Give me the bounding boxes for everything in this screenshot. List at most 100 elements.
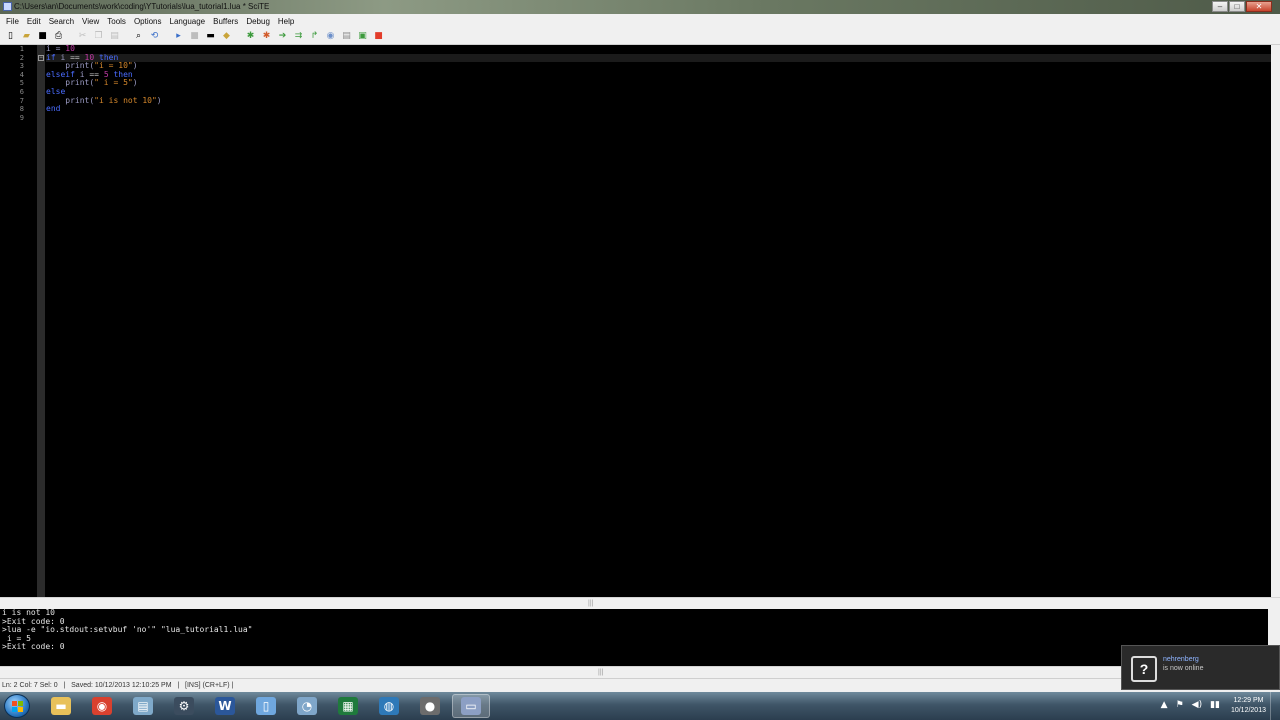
open-folder-icon[interactable]: ▰ — [21, 31, 32, 42]
debug-stop-icon[interactable]: ✱ — [261, 31, 272, 42]
volume-icon[interactable]: ◀) — [1192, 700, 1202, 710]
watch-icon[interactable]: ◉ — [325, 31, 336, 42]
taskbar-app-word[interactable]: W — [206, 694, 244, 718]
menu-view[interactable]: View — [78, 17, 103, 26]
fold-margin[interactable] — [37, 45, 45, 597]
line-number: 3 — [19, 62, 24, 71]
scroll-grip-icon[interactable]: ||| — [598, 669, 603, 676]
output-pane[interactable]: i is not 10 >Exit code: 0 >lua -e "io.stdo… — [0, 609, 1268, 666]
menu-debug[interactable]: Debug — [242, 17, 274, 26]
output-line: i is not 10 — [2, 609, 55, 617]
output-line: i = 5 — [2, 633, 31, 643]
line-number: 4 — [19, 70, 24, 79]
scite-icon: ▭ — [461, 697, 481, 715]
step-out-icon[interactable]: ↱ — [309, 31, 320, 42]
clock-date: 10/12/2013 — [1230, 707, 1266, 714]
show-desktop-button[interactable] — [1270, 692, 1280, 720]
clock[interactable]: 12:29 PM 10/12/2013 — [1231, 696, 1266, 716]
maximize-button[interactable]: □ — [1229, 1, 1245, 12]
steam-icon: ⚙ — [174, 697, 194, 715]
windows-logo-icon — [12, 701, 24, 713]
taskbar-app-media[interactable]: ◍ — [370, 694, 408, 718]
locals-icon[interactable]: ▤ — [341, 31, 352, 42]
title-bar: C:\Users\an\Documents\work\coding\YTutor… — [0, 0, 1280, 14]
code-editor[interactable]: 123456789 i = 10 if i == 10 then print("i… — [0, 45, 1271, 597]
firefox-icon: ◔ — [297, 697, 317, 715]
go-icon[interactable]: ◆ — [221, 31, 232, 42]
taskbar-app-document[interactable]: ▯ — [247, 694, 285, 718]
taskbar-app-excel[interactable]: ▦ — [329, 694, 367, 718]
taskbar-app-firefox[interactable]: ◔ — [288, 694, 326, 718]
output-toggle-icon[interactable]: ▬ — [205, 31, 216, 42]
document-icon: ▯ — [256, 697, 276, 715]
paste-icon[interactable]: ▤ — [109, 31, 120, 42]
breakpoint-icon[interactable]: ▣ — [357, 31, 368, 42]
menu-search[interactable]: Search — [45, 17, 78, 26]
toolbar: ▯ ▰ ■ ⎙ ✂ ❐ ▤ ⌕ ⟲ ▸ ■ ▬ ◆ ✱ ✱ ➔ ⇉ ↱ ◉ ▤ … — [0, 29, 1280, 45]
stop-icon[interactable]: ■ — [373, 31, 384, 42]
horizontal-scrollbar[interactable]: ||| — [0, 666, 1280, 678]
fold-toggle-icon[interactable]: − — [38, 54, 44, 61]
code-line[interactable]: i = 10 — [46, 45, 1271, 54]
network-icon[interactable]: ▮▮ — [1210, 700, 1220, 710]
recorder-icon: ● — [420, 697, 440, 715]
replace-icon[interactable]: ⟲ — [149, 31, 160, 42]
save-icon[interactable]: ■ — [37, 31, 48, 42]
code-line[interactable] — [46, 114, 1271, 123]
debug-run-icon[interactable]: ✱ — [245, 31, 256, 42]
code-line[interactable]: print("i = 10") — [46, 61, 1271, 71]
menu-options[interactable]: Options — [130, 17, 166, 26]
show-hidden-icons-icon[interactable]: ▲ — [1161, 700, 1168, 710]
code-token: ) — [132, 61, 138, 71]
code-line[interactable]: if i == 10 then — [46, 53, 1271, 63]
output-line: >Exit code: 0 — [2, 642, 65, 652]
taskbar-app-notepad[interactable]: ▤ — [124, 694, 162, 718]
code-token: ) — [156, 95, 162, 105]
print-icon[interactable]: ⎙ — [53, 31, 64, 42]
code-token: " i = 5" — [94, 78, 133, 88]
find-icon[interactable]: ⌕ — [133, 31, 144, 42]
menu-bar: File Edit Search View Tools Options Lang… — [0, 14, 1280, 29]
line-number: 9 — [19, 113, 24, 122]
menu-language[interactable]: Language — [166, 17, 210, 26]
copy-icon[interactable]: ❐ — [93, 31, 104, 42]
line-number: 6 — [19, 88, 24, 96]
menu-edit[interactable]: Edit — [23, 17, 45, 26]
status-text: Ln: 2 Col: 7 Sel: 0 | Saved: 10/12/2013 … — [2, 682, 234, 689]
taskbar: ▬ ◉ ▤ ⚙ W ▯ ◔ ▦ ◍ ● ▭ ▲ ⚑ ◀) ▮▮ 12:29 PM 10/12/2013 — [0, 692, 1280, 720]
start-button[interactable] — [4, 694, 30, 718]
code-line[interactable]: end — [46, 104, 1271, 114]
menu-tools[interactable]: Tools — [103, 17, 130, 26]
line-number: 2 — [19, 53, 24, 62]
code-line[interactable]: else — [46, 87, 1271, 97]
compile-icon[interactable]: ▸ — [173, 31, 184, 42]
notification-toast[interactable]: ? nehrenberg is now online — [1121, 645, 1280, 690]
editor-vertical-scrollbar[interactable] — [1271, 45, 1280, 597]
minimize-button[interactable]: – — [1212, 1, 1228, 12]
step-into-icon[interactable]: ⇉ — [293, 31, 304, 42]
close-button[interactable]: ✕ — [1246, 1, 1272, 12]
taskbar-app-recorder[interactable]: ● — [411, 694, 449, 718]
code-area[interactable]: i = 10 if i == 10 then print("i = 10") els… — [46, 45, 1271, 597]
cut-icon[interactable]: ✂ — [77, 31, 88, 42]
code-line[interactable]: print("i is not 10") — [46, 95, 1271, 106]
taskbar-app-chrome[interactable]: ◉ — [83, 694, 121, 718]
notification-name: nehrenberg — [1163, 656, 1199, 663]
taskbar-app-steam[interactable]: ⚙ — [165, 694, 203, 718]
splitter-grip-icon[interactable]: ||| — [588, 600, 593, 607]
pane-splitter[interactable]: ||| — [0, 597, 1280, 609]
output-line: >lua -e "io.stdout:setvbuf 'no'" "lua_tu… — [2, 625, 253, 635]
menu-help[interactable]: Help — [274, 17, 298, 26]
taskbar-app-explorer[interactable]: ▬ — [42, 694, 80, 718]
line-number: 5 — [19, 79, 24, 88]
menu-buffers[interactable]: Buffers — [209, 17, 242, 26]
menu-file[interactable]: File — [2, 17, 23, 26]
new-file-icon[interactable]: ▯ — [5, 31, 16, 42]
step-over-icon[interactable]: ➔ — [277, 31, 288, 42]
code-line[interactable]: print(" i = 5") — [46, 79, 1271, 88]
word-icon: W — [215, 697, 235, 715]
action-center-icon[interactable]: ⚑ — [1176, 700, 1184, 710]
build-icon[interactable]: ■ — [189, 31, 200, 42]
code-line[interactable]: elseif i == 5 then — [46, 70, 1271, 80]
taskbar-app-scite[interactable]: ▭ — [452, 694, 490, 718]
